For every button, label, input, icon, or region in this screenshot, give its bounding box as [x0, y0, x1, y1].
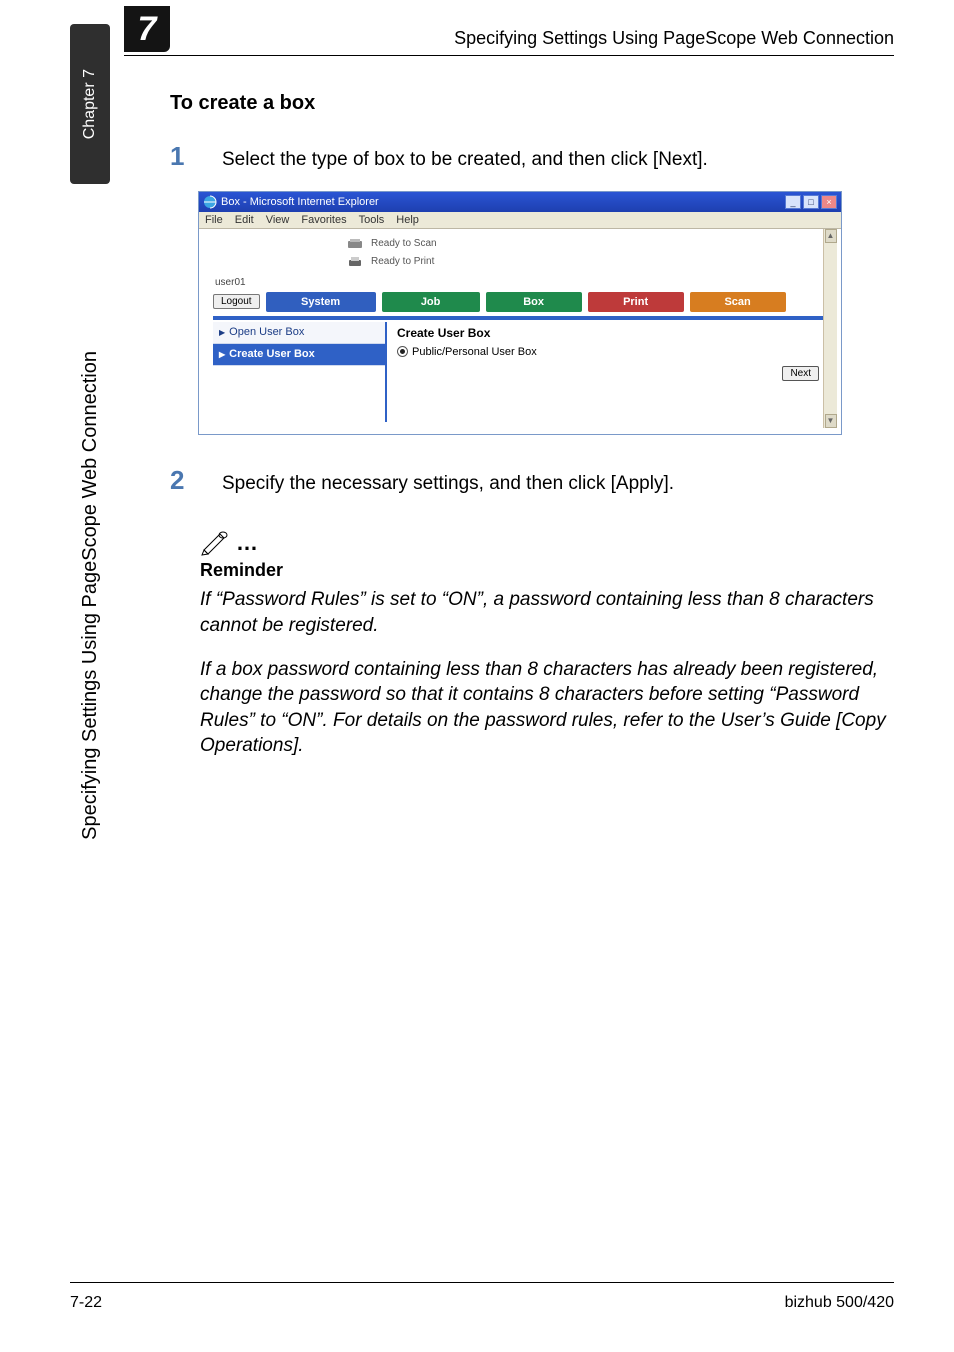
body: To create a box 1 Select the type of box… [170, 92, 890, 777]
status-scan-text: Ready to Scan [371, 238, 437, 249]
triangle-right-icon: ▶ [219, 328, 225, 337]
triangle-right-icon: ▶ [219, 350, 225, 359]
reminder-icon-row: … [200, 528, 890, 556]
step-1-text: Select the type of box to be created, an… [222, 141, 708, 173]
pen-icon [200, 528, 234, 556]
page-number: 7-22 [70, 1294, 102, 1312]
window-buttons: _ □ × [785, 195, 837, 209]
vertical-caption-text: Specifying Settings Using PageScope Web … [79, 351, 102, 840]
scroll-down-icon[interactable]: ▼ [825, 414, 837, 428]
panel-title: Create User Box [397, 326, 817, 340]
sidebar-item-open-user-box[interactable]: ▶ Open User Box [213, 322, 385, 344]
user-label: user01 [215, 277, 835, 288]
window-title: Box - Microsoft Internet Explorer [221, 196, 379, 208]
tab-scan[interactable]: Scan [690, 292, 786, 312]
page-header-title: Specifying Settings Using PageScope Web … [454, 28, 894, 49]
step-1: 1 Select the type of box to be created, … [170, 141, 890, 173]
vertical-caption: Specifying Settings Using PageScope Web … [70, 220, 110, 840]
product-name: bizhub 500/420 [785, 1294, 894, 1312]
tab-underline [213, 316, 827, 320]
radio-label: Public/Personal User Box [412, 346, 537, 358]
close-button[interactable]: × [821, 195, 837, 209]
sidebar-item-label: Create User Box [229, 348, 315, 360]
menu-edit[interactable]: Edit [235, 214, 254, 226]
menu-help[interactable]: Help [396, 214, 419, 226]
step-2-text: Specify the necessary settings, and then… [222, 465, 674, 497]
status-row-print: Ready to Print [347, 253, 835, 271]
page-footer: 7-22 bizhub 500/420 [70, 1282, 894, 1312]
section-heading: To create a box [170, 92, 890, 115]
reminder-paragraph-1: If “Password Rules” is set to “ON”, a pa… [200, 587, 890, 638]
sidebar-item-create-user-box[interactable]: ▶ Create User Box [213, 344, 385, 366]
maximize-button[interactable]: □ [803, 195, 819, 209]
page: Chapter 7 Specifying Settings Using Page… [0, 0, 954, 1352]
status-print-text: Ready to Print [371, 256, 434, 267]
next-button[interactable]: Next [782, 366, 819, 381]
menu-file[interactable]: File [205, 214, 223, 226]
menubar: File Edit View Favorites Tools Help [199, 212, 841, 229]
scroll-up-icon[interactable]: ▲ [825, 229, 837, 243]
scanner-icon [347, 238, 363, 250]
titlebar: Box - Microsoft Internet Explorer _ □ × [199, 192, 841, 212]
tab-system[interactable]: System [266, 292, 376, 312]
menu-tools[interactable]: Tools [359, 214, 385, 226]
two-column: ▶ Open User Box ▶ Create User Box Create… [213, 322, 827, 422]
radio-public-personal[interactable]: Public/Personal User Box [397, 346, 817, 358]
minimize-button[interactable]: _ [785, 195, 801, 209]
status-row-scan: Ready to Scan [347, 235, 835, 253]
page-header: Specifying Settings Using PageScope Web … [124, 0, 894, 56]
reminder-body: If “Password Rules” is set to “ON”, a pa… [200, 587, 890, 759]
reminder-paragraph-2: If a box password containing less than 8… [200, 657, 890, 760]
ellipsis-icon: … [236, 530, 262, 556]
printer-icon [347, 256, 363, 268]
menu-view[interactable]: View [266, 214, 290, 226]
embedded-screenshot: Box - Microsoft Internet Explorer _ □ × … [198, 191, 842, 435]
chapter-tab-label: Chapter 7 [81, 69, 99, 139]
main-panel: Create User Box Public/Personal User Box… [385, 322, 827, 422]
ie-icon [203, 195, 217, 209]
tab-print[interactable]: Print [588, 292, 684, 312]
step-1-number: 1 [170, 141, 196, 172]
step-2: 2 Specify the necessary settings, and th… [170, 465, 890, 497]
logout-button[interactable]: Logout [213, 294, 260, 309]
tab-box[interactable]: Box [486, 292, 582, 312]
sidebar-item-label: Open User Box [229, 326, 304, 338]
radio-icon [397, 346, 408, 357]
vertical-scrollbar[interactable]: ▲ ▼ [823, 229, 837, 428]
sidebar: ▶ Open User Box ▶ Create User Box [213, 322, 385, 422]
content-area-wrap: Ready to Scan Ready to Print user01 Logo… [199, 229, 841, 434]
tab-job[interactable]: Job [382, 292, 480, 312]
menu-favorites[interactable]: Favorites [301, 214, 346, 226]
chapter-tab: Chapter 7 [70, 24, 110, 184]
main-tabs-row: Logout System Job Box Print Scan [205, 292, 835, 312]
content-area: Ready to Scan Ready to Print user01 Logo… [199, 229, 841, 434]
reminder-block: … Reminder If “Password Rules” is set to… [200, 528, 890, 759]
step-2-number: 2 [170, 465, 196, 496]
reminder-heading: Reminder [200, 560, 890, 581]
